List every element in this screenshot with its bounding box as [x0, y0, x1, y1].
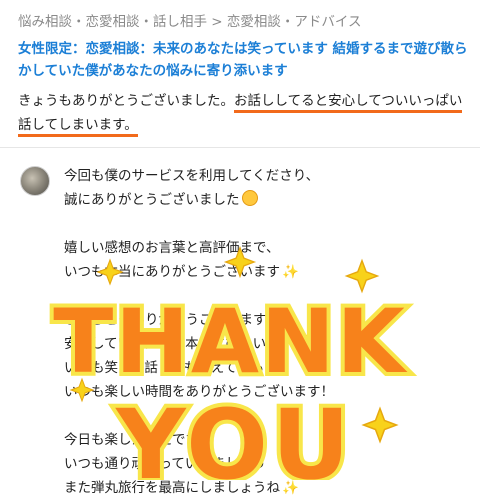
reply-line: いつも楽しい時間をありがとうございます！ [64, 384, 334, 400]
reply-line: 安心していただけて本当に嬉しいです [64, 332, 464, 356]
breadcrumb[interactable]: 悩み相談・恋愛相談・話し相手 > 恋愛相談・アドバイス [18, 10, 468, 30]
reply-line: こちらこそありがとうございます！ [64, 312, 280, 328]
review-lead: きょうもありがとうございました。 [18, 93, 234, 109]
reply-line: 今回も僕のサービスを利用してくださり、 [64, 168, 320, 184]
sparkle-emoji-icon: ✨ [282, 480, 299, 496]
reply-line: いつも笑って話してもらえて僕も [64, 360, 265, 376]
reply-line: 今日も楽しかったです [64, 432, 199, 448]
reply-line: いつも本当にありがとうございます ✨ [64, 264, 299, 280]
seller-reply: 今回も僕のサービスを利用してくださり、 誠にありがとうございました 嬉しい感想の… [64, 164, 464, 500]
sparkle-emoji-icon: ✨ [282, 264, 299, 280]
avatar[interactable] [20, 166, 50, 196]
smile-emoji-icon [294, 334, 311, 350]
reply-line: 誠にありがとうございました [64, 188, 464, 212]
reply-line: 嬉しい感想のお言葉と高評価まで、 [64, 240, 280, 256]
review-text: きょうもありがとうございました。お話ししてると安心してついいっぱい話してしまいま… [18, 89, 466, 137]
reply-line: いつも通り頑張っていきましょう [64, 456, 266, 472]
smile-emoji-icon [241, 190, 258, 206]
service-title-link[interactable]: 女性限定：恋愛相談：未来のあなたは笑っています 結婚するまで遊び散らかしていた僕… [18, 38, 468, 82]
divider [0, 147, 480, 148]
